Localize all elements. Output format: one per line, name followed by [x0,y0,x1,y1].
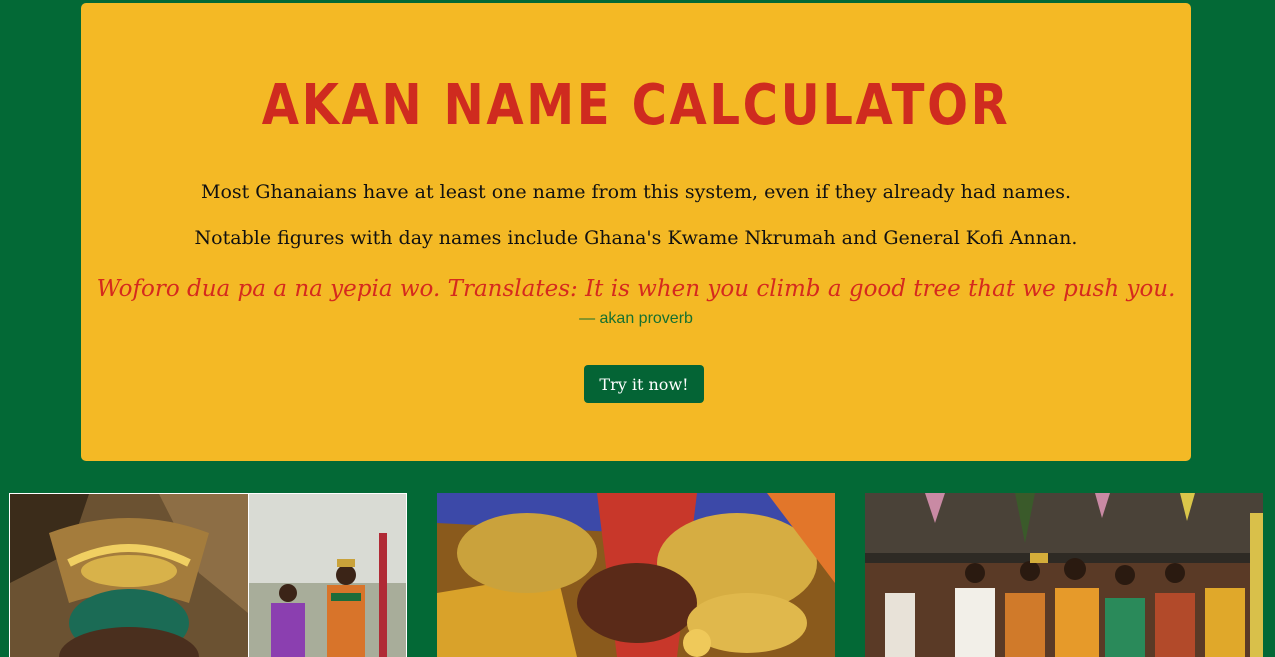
akan-chief-photo [9,493,407,657]
proverb-quote: Woforo dua pa a na yepia wo. Translates:… [96,276,1176,302]
try-it-now-button[interactable]: Try it now! [584,365,704,403]
hero-section: Akan Name Calculator Most Ghanaians have… [81,3,1191,461]
page-title: Akan Name Calculator [261,73,1011,138]
intro-paragraph-1: Most Ghanaians have at least one name fr… [200,181,1071,203]
quote-attribution: — akan proverb [579,310,693,327]
intro-paragraph-2: Notable figures with day names include G… [194,227,1078,249]
kente-gold-jewelry-photo [437,493,835,657]
akan-chiefs-gathering-photo [865,493,1263,657]
